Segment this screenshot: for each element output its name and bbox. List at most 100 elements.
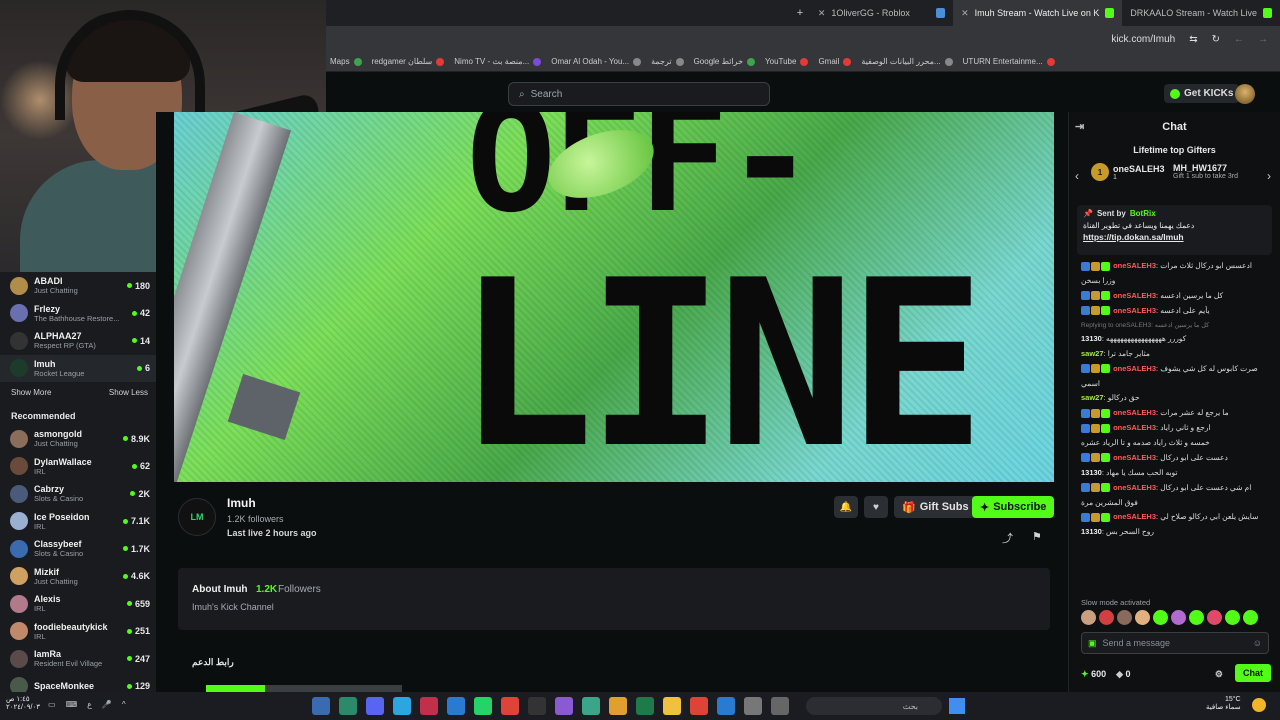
telegram-icon[interactable] [393,697,411,715]
bookmark-item[interactable]: Google خرائط [694,57,756,66]
bookmark-item[interactable]: Maps [330,57,362,66]
sidebar-channel-item[interactable]: Alexis IRL 659 [0,590,156,618]
user-avatar[interactable] [1235,84,1255,104]
chat-username[interactable]: saw27 [1081,349,1104,358]
sidebar-channel-item[interactable]: foodiebeautykick IRL 251 [0,618,156,646]
app-icon[interactable] [771,697,789,715]
notification-bell-icon[interactable]: 🔔 [834,496,858,518]
emote-icon[interactable] [1117,610,1132,625]
app-icon[interactable] [555,697,573,715]
chat-username[interactable]: oneSALEH3 [1113,423,1156,432]
bookmark-item[interactable]: UTURN Entertainme... [963,57,1055,66]
sidebar-channel-item[interactable]: Imuh Rocket League 6 [0,354,156,382]
chat-username[interactable]: oneSALEH3 [1113,453,1156,462]
kicks-balance[interactable]: ✦ 600 [1081,669,1106,680]
chat-message-input[interactable]: ▣ Send a message ☺ [1081,632,1269,654]
chat-settings-icon[interactable]: ⚙ [1215,669,1223,680]
get-kicks-button[interactable]: Get KICKs [1164,84,1240,103]
share-icon[interactable]: ⤴ [1002,530,1013,546]
channel-name[interactable]: Imuh [227,496,256,510]
chrome-icon[interactable] [690,697,708,715]
emote-icon[interactable] [1153,610,1168,625]
bookmark-item[interactable]: YouTube [765,57,809,66]
chat-username[interactable]: oneSALEH3 [1113,483,1156,492]
keyboard-icon[interactable]: ⌨ [66,700,78,709]
chat-username[interactable]: oneSALEH3 [1113,261,1156,270]
sidebar-channel-item[interactable]: Ice Poseidon IRL 7.1K [0,508,156,536]
emote-icon[interactable] [1189,610,1204,625]
collapse-chat-icon[interactable]: ⇥ [1075,120,1084,133]
send-chat-button[interactable]: Chat [1235,664,1271,682]
emote-icon[interactable] [1099,610,1114,625]
chevron-right-icon[interactable]: › [1267,169,1271,183]
report-icon[interactable]: ⚑ [1032,530,1042,543]
close-tab-icon[interactable]: ✕ [961,8,969,19]
taskbar-search[interactable]: بحث [806,697,942,715]
emote-icon[interactable] [1225,610,1240,625]
chat-username[interactable]: 13130 [1081,334,1102,343]
bookmark-item[interactable]: ترجمة [651,57,684,66]
sidebar-channel-item[interactable]: Mizkif Just Chatting 4.6K [0,563,156,591]
sidebar-channel-item[interactable]: Classybeef Slots & Casino 1.7K [0,535,156,563]
emote-icon[interactable] [1207,610,1222,625]
monitor-icon[interactable]: ▭ [48,700,56,709]
mic-icon[interactable]: 🎤 [102,700,112,709]
edge-icon[interactable] [447,697,465,715]
chat-username[interactable]: oneSALEH3 [1113,364,1156,373]
chat-username[interactable]: 13130 [1081,527,1102,536]
chevron-up-icon[interactable]: ^ [122,700,126,709]
chrome-icon[interactable] [501,697,519,715]
emote-icon[interactable] [1135,610,1150,625]
pinned-link[interactable]: https://tip.dokan.sa/Imuh [1083,232,1266,242]
gift-subs-button[interactable]: 🎁 Gift Subs [894,496,977,518]
show-less-button[interactable]: Show Less [109,388,148,397]
app-icon[interactable] [744,697,762,715]
app-icon[interactable] [339,697,357,715]
chat-username[interactable]: oneSALEH3 [1113,306,1156,315]
sidebar-channel-item[interactable]: asmongold Just Chatting 8.9K [0,425,156,453]
close-tab-icon[interactable]: ✕ [818,8,826,19]
sidebar-channel-item[interactable]: DylanWallace IRL 62 [0,453,156,481]
follow-heart-icon[interactable]: ♥ [864,496,888,518]
windows-start-icon[interactable] [949,698,965,714]
emote-icon[interactable] [1171,610,1186,625]
gifter-2[interactable]: MH_HW1677 Gift 1 sub to take 3rd [1173,163,1238,180]
reload-icon[interactable]: ↻ [1212,34,1220,45]
app-icon[interactable] [420,697,438,715]
emote-icon[interactable] [1081,610,1096,625]
sidebar-channel-item[interactable]: ALPHAA27 Respect RP (GTA) 14 [0,327,156,355]
chat-username[interactable]: oneSALEH3 [1113,291,1156,300]
discord-icon[interactable] [366,697,384,715]
video-player-offline[interactable]: OFF- LINE [174,112,1054,482]
whatsapp-icon[interactable] [474,697,492,715]
sidebar-channel-item[interactable]: Frlezy The Bathhouse Restore... 42 [0,300,156,328]
bookmark-item[interactable]: Omar Al Odah - You... [551,57,642,66]
back-icon[interactable]: ← [1234,34,1244,45]
points-balance[interactable]: ◆ 0 [1116,669,1130,680]
search-input[interactable]: ⌕ Search [508,82,770,106]
taskbar-clock[interactable]: ١:٤٥ ص ٢٠٢٤/٠٩/٠٣ [6,696,40,713]
forward-icon[interactable]: → [1258,34,1268,45]
pinned-bot-name[interactable]: BotRix [1130,209,1156,218]
subscribe-button[interactable]: ✦ Subscribe [972,496,1055,518]
gifter-1[interactable]: 1 oneSALEH3 1 [1091,163,1165,181]
bookmark-item[interactable]: محرر البيانات الوصفية... [861,57,953,66]
chat-username[interactable]: 13130 [1081,468,1102,477]
language-icon[interactable]: ع [87,700,92,709]
browser-tab-imuh[interactable]: ✕ Imuh Stream - Watch Live on K [953,0,1123,26]
emote-icon[interactable] [1243,610,1258,625]
shield-app-icon[interactable] [312,697,330,715]
sidebar-channel-item[interactable]: IamRa Resident Evil Village 247 [0,645,156,673]
chat-username[interactable]: saw27 [1081,393,1104,402]
new-tab-button[interactable]: + [790,7,810,19]
excel-icon[interactable] [636,697,654,715]
edge-icon[interactable] [717,697,735,715]
sidebar-channel-item[interactable]: ABADI Just Chatting 180 [0,272,156,300]
sidebar-channel-item[interactable]: Cabrzy Slots & Casino 2K [0,480,156,508]
chat-username[interactable]: oneSALEH3 [1113,408,1156,417]
chat-username[interactable]: oneSALEH3 [1113,512,1156,521]
browser-tab-roblox[interactable]: ✕ 1OliverGG - Roblox [810,0,953,26]
chevron-left-icon[interactable]: ‹ [1075,169,1079,183]
tune-icon[interactable]: ⇆ [1189,34,1197,45]
bookmark-item[interactable]: Gmail [818,57,852,66]
